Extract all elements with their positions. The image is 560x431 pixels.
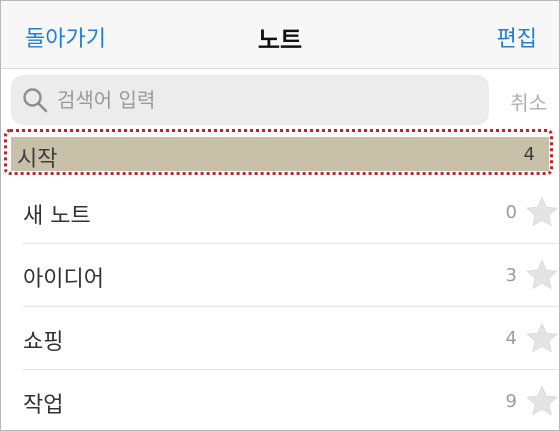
star-icon[interactable] [526,196,558,228]
edit-button[interactable]: 편집 [497,21,537,53]
list-item-label: 작업 [23,393,64,418]
page-title: 노트 [257,26,303,54]
navigation-bar: 돌아가기 노트 편집 [1,1,559,69]
list-item-label: 쇼핑 [23,330,64,355]
list-item[interactable]: 쇼핑 4 [23,307,559,370]
notes-list: 새 노트 0 아이디어 3 쇼핑 4 작업 9 [1,181,559,430]
list-item-label: 아이디어 [23,267,104,292]
list-item-count: 4 [505,328,517,349]
annotation-highlight [4,129,553,175]
list-item-count: 9 [505,391,517,412]
list-item-label: 새 노트 [23,204,91,229]
cancel-button[interactable]: 취소 [510,87,547,116]
search-icon [23,88,48,113]
star-icon[interactable] [526,385,558,417]
list-item-count: 3 [505,265,517,286]
notes-screen: 돌아가기 노트 편집 취소 시작 4 새 노트 0 아이디어 3 [0,0,560,431]
list-item[interactable]: 아이디어 3 [23,244,559,307]
star-icon[interactable] [526,322,558,354]
list-item[interactable]: 새 노트 0 [23,181,559,244]
search-input[interactable] [57,88,477,112]
list-item-count: 0 [505,202,517,223]
search-bar[interactable] [11,75,489,125]
list-item[interactable]: 작업 9 [23,370,559,430]
star-icon[interactable] [526,259,558,291]
